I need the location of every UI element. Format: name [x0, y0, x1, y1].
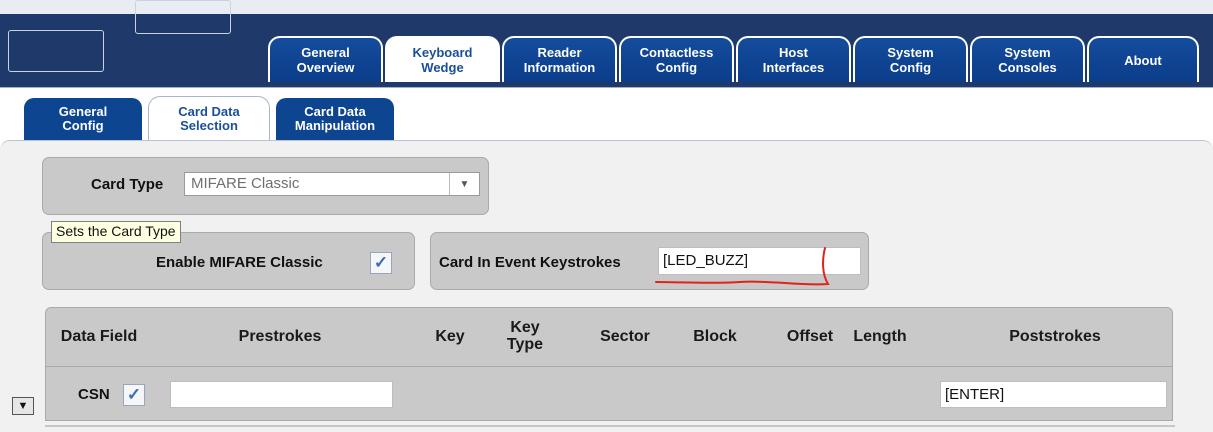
tab-general-overview[interactable]: General Overview — [268, 36, 383, 82]
tab-contactless-config[interactable]: Contactless Config — [619, 36, 734, 82]
annotation-scribble — [655, 247, 830, 286]
csn-checkbox[interactable]: ✓ — [123, 384, 145, 406]
subtab-general-config[interactable]: General Config — [22, 96, 144, 140]
tab-label: Contactless Config — [639, 45, 714, 75]
column-header: Prestrokes — [238, 328, 322, 345]
tab-label: Keyboard Wedge — [412, 45, 473, 75]
tab-label: System Consoles — [998, 45, 1057, 75]
tab-host-interfaces[interactable]: Host Interfaces — [736, 36, 851, 82]
tab-system-config[interactable]: System Config — [853, 36, 968, 82]
tab-about[interactable]: About — [1087, 36, 1199, 82]
subtab-card-data-manipulation[interactable]: Card Data Manipulation — [274, 96, 396, 140]
column-header: Sector — [600, 328, 650, 345]
column-header: Data Field — [60, 328, 138, 345]
column-header: Key Type — [506, 319, 544, 353]
triangle-down-icon: ▼ — [17, 400, 29, 412]
header-banner: General Overview Keyboard Wedge Reader I… — [0, 0, 1213, 88]
column-header: Poststrokes — [1009, 328, 1101, 345]
card-type-label: Card Type — [91, 176, 164, 193]
checkmark-icon: ✓ — [373, 253, 389, 272]
banner-decoration — [135, 0, 231, 34]
banner-decoration — [8, 30, 104, 72]
table-bottom-divider — [45, 425, 1175, 427]
enable-mifare-checkbox[interactable]: ✓ — [370, 252, 392, 274]
csn-prestrokes-input[interactable] — [170, 381, 393, 408]
card-in-event-label: Card In Event Keystrokes — [439, 254, 621, 271]
column-header: Key — [435, 328, 465, 345]
tab-reader-information[interactable]: Reader Information — [502, 36, 617, 82]
column-header: Length — [853, 328, 907, 345]
checkmark-icon: ✓ — [126, 385, 142, 404]
tab-label: General Overview — [296, 45, 355, 75]
tab-label: Host Interfaces — [762, 45, 825, 75]
chevron-down-icon[interactable]: ▼ — [449, 173, 479, 195]
tab-label: System Config — [887, 45, 934, 75]
csn-label: CSN — [78, 386, 110, 403]
subtab-label: General Config — [58, 104, 108, 133]
column-header: Block — [693, 328, 737, 345]
csn-poststrokes-input[interactable]: [ENTER] — [940, 381, 1167, 408]
card-type-select[interactable]: MIFARE Classic ▼ — [184, 172, 480, 196]
subtab-label: Card Data Manipulation — [294, 104, 376, 133]
tab-label: About — [1124, 52, 1162, 68]
csn-poststrokes-value: [ENTER] — [945, 386, 1005, 403]
card-type-value: MIFARE Classic — [191, 175, 300, 192]
enable-label: Enable MIFARE Classic — [156, 254, 323, 271]
subtab-label: Card Data Selection — [178, 103, 240, 133]
tab-keyboard-wedge[interactable]: Keyboard Wedge — [385, 36, 500, 82]
scroll-down-button[interactable]: ▼ — [12, 397, 34, 415]
tab-label: Reader Information — [523, 45, 596, 75]
card-type-tooltip: Sets the Card Type — [51, 221, 181, 243]
tab-system-consoles[interactable]: System Consoles — [970, 36, 1085, 82]
subtab-card-data-selection[interactable]: Card Data Selection — [148, 96, 270, 140]
